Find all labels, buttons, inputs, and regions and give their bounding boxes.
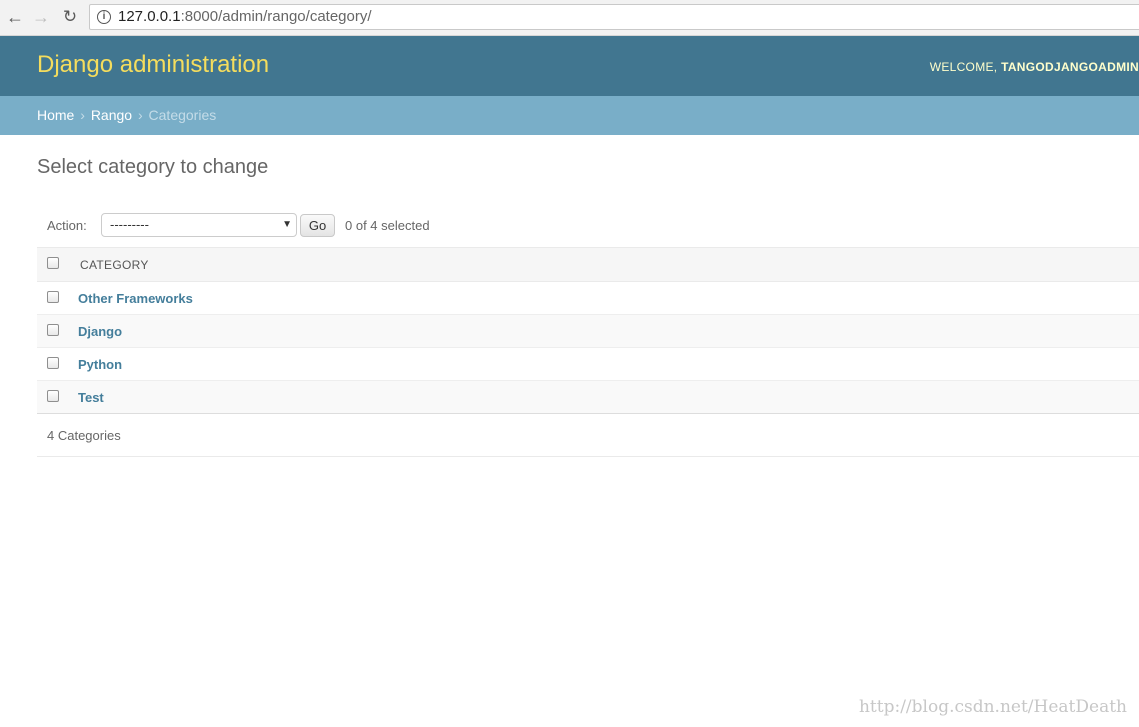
- browser-toolbar: ← → ↻ i 127.0.0.1:8000/admin/rango/categ…: [0, 0, 1139, 36]
- watermark: http://blog.csdn.net/HeatDeath: [858, 697, 1127, 717]
- breadcrumb-current: Categories: [148, 107, 217, 123]
- go-button[interactable]: Go: [300, 214, 335, 237]
- action-select[interactable]: --------- ▼: [101, 213, 297, 237]
- welcome-label: WELCOME,: [929, 60, 998, 74]
- category-cell: Django: [78, 314, 1139, 348]
- category-link[interactable]: Other Frameworks: [78, 291, 193, 306]
- category-link[interactable]: Django: [78, 324, 122, 339]
- category-link[interactable]: Test: [78, 390, 104, 405]
- row-checkbox-cell: [37, 347, 78, 381]
- admin-header: Django administration WELCOME, TANGODJAN…: [0, 36, 1139, 96]
- select-all-checkbox[interactable]: [47, 257, 59, 270]
- results-table: CATEGORY Other Frameworks Django Python …: [37, 247, 1139, 414]
- row-checkbox[interactable]: [47, 357, 59, 370]
- page-title: Select category to change: [37, 156, 269, 178]
- back-arrow-icon[interactable]: ←: [4, 6, 26, 28]
- category-cell: Other Frameworks: [78, 281, 1139, 315]
- category-cell: Test: [78, 380, 1139, 414]
- paginator: 4 Categories: [37, 413, 1139, 457]
- row-checkbox-cell: [37, 281, 78, 315]
- row-checkbox-cell: [37, 314, 78, 348]
- row-checkbox-cell: [37, 380, 78, 414]
- site-title-link[interactable]: Django administration: [37, 51, 269, 79]
- action-counter: 0 of 4 selected: [345, 218, 430, 233]
- reload-icon[interactable]: ↻: [59, 6, 81, 28]
- action-label: Action:: [47, 218, 87, 233]
- breadcrumb-separator: ›: [80, 107, 85, 123]
- select-all-cell: [37, 247, 78, 282]
- table-row: Python: [37, 347, 1139, 381]
- url-host: 127.0.0.1: [118, 8, 181, 25]
- breadcrumb-app-link[interactable]: Rango: [91, 107, 132, 123]
- category-link[interactable]: Python: [78, 357, 122, 372]
- forward-arrow-icon[interactable]: →: [30, 6, 52, 28]
- user-tools: WELCOME, TANGODJANGOADMIN: [930, 60, 1139, 74]
- column-header-category[interactable]: CATEGORY: [78, 247, 1139, 282]
- table-row: Django: [37, 314, 1139, 348]
- row-checkbox[interactable]: [47, 324, 59, 337]
- table-header-row: CATEGORY: [37, 247, 1139, 282]
- username: TANGODJANGOADMIN: [1001, 60, 1139, 74]
- actions-bar: Action: --------- ▼ Go 0 of 4 selected: [37, 211, 1139, 239]
- table-row: Other Frameworks: [37, 281, 1139, 315]
- address-bar[interactable]: i 127.0.0.1:8000/admin/rango/category/: [89, 4, 1139, 30]
- action-selected-option: ---------: [110, 217, 149, 232]
- category-cell: Python: [78, 347, 1139, 381]
- info-icon[interactable]: i: [97, 10, 111, 24]
- dropdown-arrow-icon: ▼: [282, 219, 292, 230]
- table-row: Test: [37, 380, 1139, 414]
- breadcrumb-home-link[interactable]: Home: [37, 107, 74, 123]
- url-path: :8000/admin/rango/category/: [180, 8, 372, 25]
- breadcrumb: Home › Rango › Categories: [0, 96, 1139, 135]
- row-checkbox[interactable]: [47, 291, 59, 304]
- breadcrumb-separator: ›: [137, 107, 143, 123]
- row-checkbox[interactable]: [47, 390, 59, 403]
